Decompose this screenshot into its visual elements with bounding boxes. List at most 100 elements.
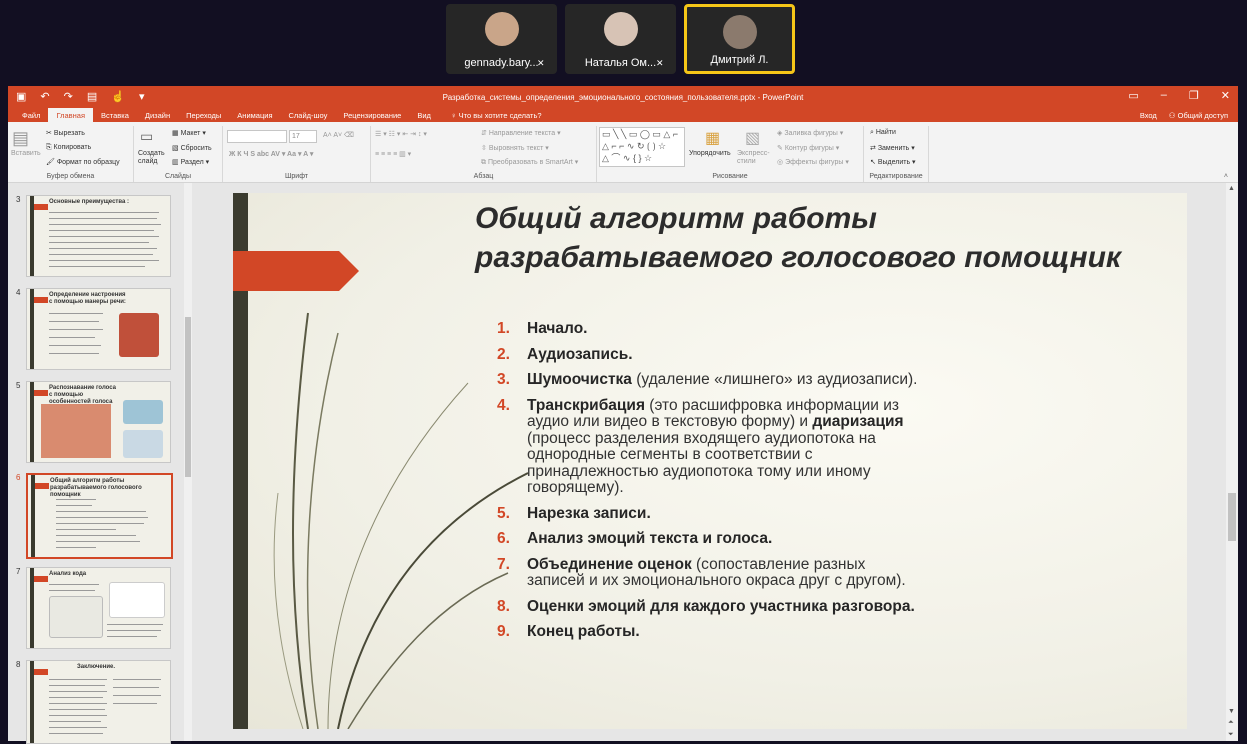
item-text: (удаление «лишнего» из аудиозаписи).	[631, 371, 918, 388]
copy-label: Копировать	[53, 144, 92, 151]
thumbnail-title: Анализ кода	[49, 571, 87, 577]
shape-fill-label: Заливка фигуры	[784, 130, 838, 137]
tab-review[interactable]: Рецензирование	[335, 108, 409, 122]
tab-view[interactable]: Вид	[409, 108, 439, 122]
quick-styles-icon: ▧	[745, 130, 761, 147]
align-buttons[interactable]: ≡ ≡ ≡ ≡ ▥ ▾	[375, 150, 411, 158]
thumbnail-preview: Общий алгоритм работы разрабатываемого г…	[26, 473, 173, 559]
reset-label: Сбросить	[180, 145, 212, 152]
tab-insert[interactable]: Вставка	[93, 108, 137, 122]
font-size-buttons[interactable]: A˄ A˅ ⌫	[323, 131, 354, 139]
list-item: 3. Шумоочистка (удаление «лишнего» из ауд…	[497, 371, 927, 389]
list-buttons[interactable]: ☰ ▾ ☷ ▾ ⇤ ⇥ ↕ ▾	[375, 130, 427, 138]
item-bold: Анализ эмоций текста и голоса.	[527, 530, 773, 547]
section-icon: ▥	[172, 159, 181, 166]
participant-video	[603, 12, 638, 46]
workspace: 3 Основные преимущества : 4 Определение …	[8, 183, 1238, 744]
text-direction-icon: ⇵	[481, 130, 489, 137]
user-icon: ⚇	[1168, 111, 1178, 120]
smartart-icon: ⧉	[481, 159, 488, 166]
slide-number: 8	[16, 660, 21, 669]
thumbnail-image	[119, 313, 159, 357]
item-bold: диаризация	[812, 413, 904, 430]
scrollbar-thumb[interactable]	[185, 317, 191, 477]
tell-me-box[interactable]: ♀ Что вы хотите сделать?	[439, 108, 550, 122]
previous-slide-icon[interactable]: ⏶	[1228, 719, 1234, 727]
group-label: Слайды	[164, 173, 192, 180]
item-number: 7.	[497, 555, 510, 573]
item-text: (процесс разделения входящего аудиопоток…	[527, 429, 876, 496]
slide-scrollbar[interactable]: ▲ ▼ ⏶ ⏷	[1226, 183, 1238, 741]
slide-thumbnails-pane: 3 Основные преимущества : 4 Определение …	[8, 183, 193, 744]
effects-icon: ◎	[777, 159, 786, 166]
ribbon-tabs: Файл Главная Вставка Дизайн Переходы Ани…	[8, 108, 1238, 122]
new-slide-button[interactable]: Создать слайд	[138, 150, 168, 166]
replace-button[interactable]: ⇄ Заменить ▾	[870, 144, 915, 152]
thumbnails-scrollbar[interactable]	[184, 183, 192, 741]
minimize-icon[interactable]: –	[1161, 89, 1167, 102]
tab-file[interactable]: Файл	[14, 108, 48, 122]
quick-styles-button[interactable]: Экспресс-стили	[737, 150, 771, 166]
find-button[interactable]: ⌕ Найти	[870, 129, 896, 137]
item-number: 1.	[497, 320, 510, 337]
tab-home[interactable]: Главная	[48, 108, 93, 122]
font-style-buttons[interactable]: Ж К Ч S abc AV ▾ Aa ▾ A ▾	[229, 150, 313, 158]
slide-number: 6	[16, 473, 21, 482]
reset-button[interactable]: ▧ Сбросить	[172, 144, 212, 152]
copy-button[interactable]: ⎘ Копировать	[46, 144, 91, 152]
arrange-button[interactable]: Упорядочить	[689, 150, 731, 157]
next-slide-icon[interactable]: ⏷	[1228, 731, 1234, 739]
thumbnail-preview: Определение настроения с помощью манеры …	[26, 288, 171, 370]
smartart-button[interactable]: ⧉ Преобразовать в SmartArt ▾	[481, 158, 578, 167]
shape-outline-button[interactable]: ✎ Контур фигуры ▾	[777, 144, 839, 152]
smartart-label: Преобразовать в SmartArt	[487, 159, 573, 166]
slide-steps-list: 1. Начало. 2. Аудиозапись. 3. Шумоочистка (…	[497, 320, 927, 650]
text-direction-label: Направление текста	[488, 130, 556, 137]
close-icon[interactable]: ✕	[1221, 89, 1230, 102]
cursor-icon: ↖	[870, 159, 878, 166]
tab-design[interactable]: Дизайн	[137, 108, 178, 122]
align-text-button[interactable]: ⇳ Выровнять текст ▾	[481, 144, 549, 152]
tab-slideshow[interactable]: Слайд-шоу	[281, 108, 336, 122]
text-direction-button[interactable]: ⇵ Направление текста ▾	[481, 129, 561, 137]
restore-icon[interactable]: ❐	[1189, 89, 1199, 102]
paste-button[interactable]: Вставить	[11, 150, 41, 157]
list-item: 5. Нарезка записи.	[497, 505, 927, 523]
scroll-up-icon[interactable]: ▲	[1228, 185, 1235, 192]
thumbnail-preview: Распознавание голоса с помощью особеннос…	[26, 381, 171, 463]
section-button[interactable]: ▥ Раздел ▾	[172, 158, 209, 166]
tab-transitions[interactable]: Переходы	[178, 108, 229, 122]
group-slides: ▭ Создать слайд ▦ Макет ▾ ▧ Сбросить ▥ Р…	[134, 126, 223, 182]
cut-button[interactable]: ✂ Вырезать	[46, 129, 85, 137]
thumbnail-image	[123, 430, 163, 458]
format-painter-button[interactable]: 🖌 Формат по образцу	[46, 158, 120, 166]
slide-number: 3	[16, 195, 21, 204]
scroll-down-icon[interactable]: ▼	[1228, 708, 1235, 715]
select-button[interactable]: ↖ Выделить ▾	[870, 158, 916, 166]
align-text-icon: ⇳	[481, 145, 489, 152]
participant-tile[interactable]: gennady.bary... ✕	[446, 4, 557, 74]
item-bold: Оценки эмоций для каждого участника разг…	[527, 597, 915, 615]
item-bold: Начало.	[527, 320, 588, 337]
ribbon-display-icon[interactable]: ▭	[1128, 89, 1138, 102]
font-name-field[interactable]	[227, 130, 287, 143]
group-drawing: ▭ ╲ ╲ ▭ ◯ ▭ △ ⌐ △ ⌐ ⌐ ∿ ↻ ⟮ ⟯ ☆ △ ⌒ ∿ { } …	[597, 126, 864, 182]
collapse-ribbon-icon[interactable]: ˄	[1224, 173, 1228, 180]
scrollbar-thumb[interactable]	[1228, 493, 1236, 541]
shape-fill-button[interactable]: ◈ Заливка фигуры ▾	[777, 129, 843, 137]
sign-in-link[interactable]: Вход	[1140, 111, 1157, 120]
thumbnail-code	[49, 596, 103, 638]
group-label: Редактирование	[869, 173, 923, 180]
font-size-field[interactable]: 17	[289, 130, 317, 143]
share-button[interactable]: ⚇ Общий доступ	[1169, 111, 1228, 120]
slide-canvas[interactable]: Общий алгоритм работы разрабатываемого г…	[233, 193, 1187, 729]
participant-video	[722, 15, 757, 49]
participant-tile[interactable]: Наталья Ом... ✕	[565, 4, 676, 74]
layout-button[interactable]: ▦ Макет ▾	[172, 129, 206, 137]
shape-effects-button[interactable]: ◎ Эффекты фигуры ▾	[777, 158, 849, 166]
tab-animations[interactable]: Анимация	[229, 108, 280, 122]
ribbon: ▤ Вставить ✂ Вырезать ⎘ Копировать 🖌 Фор…	[8, 122, 1238, 183]
shapes-gallery[interactable]: ▭ ╲ ╲ ▭ ◯ ▭ △ ⌐ △ ⌐ ⌐ ∿ ↻ ⟮ ⟯ ☆ △ ⌒ ∿ { } …	[599, 127, 685, 167]
participant-tile-active[interactable]: Дмитрий Л.	[684, 4, 795, 74]
thumbnail-title: Определение настроения с помощью манеры …	[49, 292, 126, 305]
